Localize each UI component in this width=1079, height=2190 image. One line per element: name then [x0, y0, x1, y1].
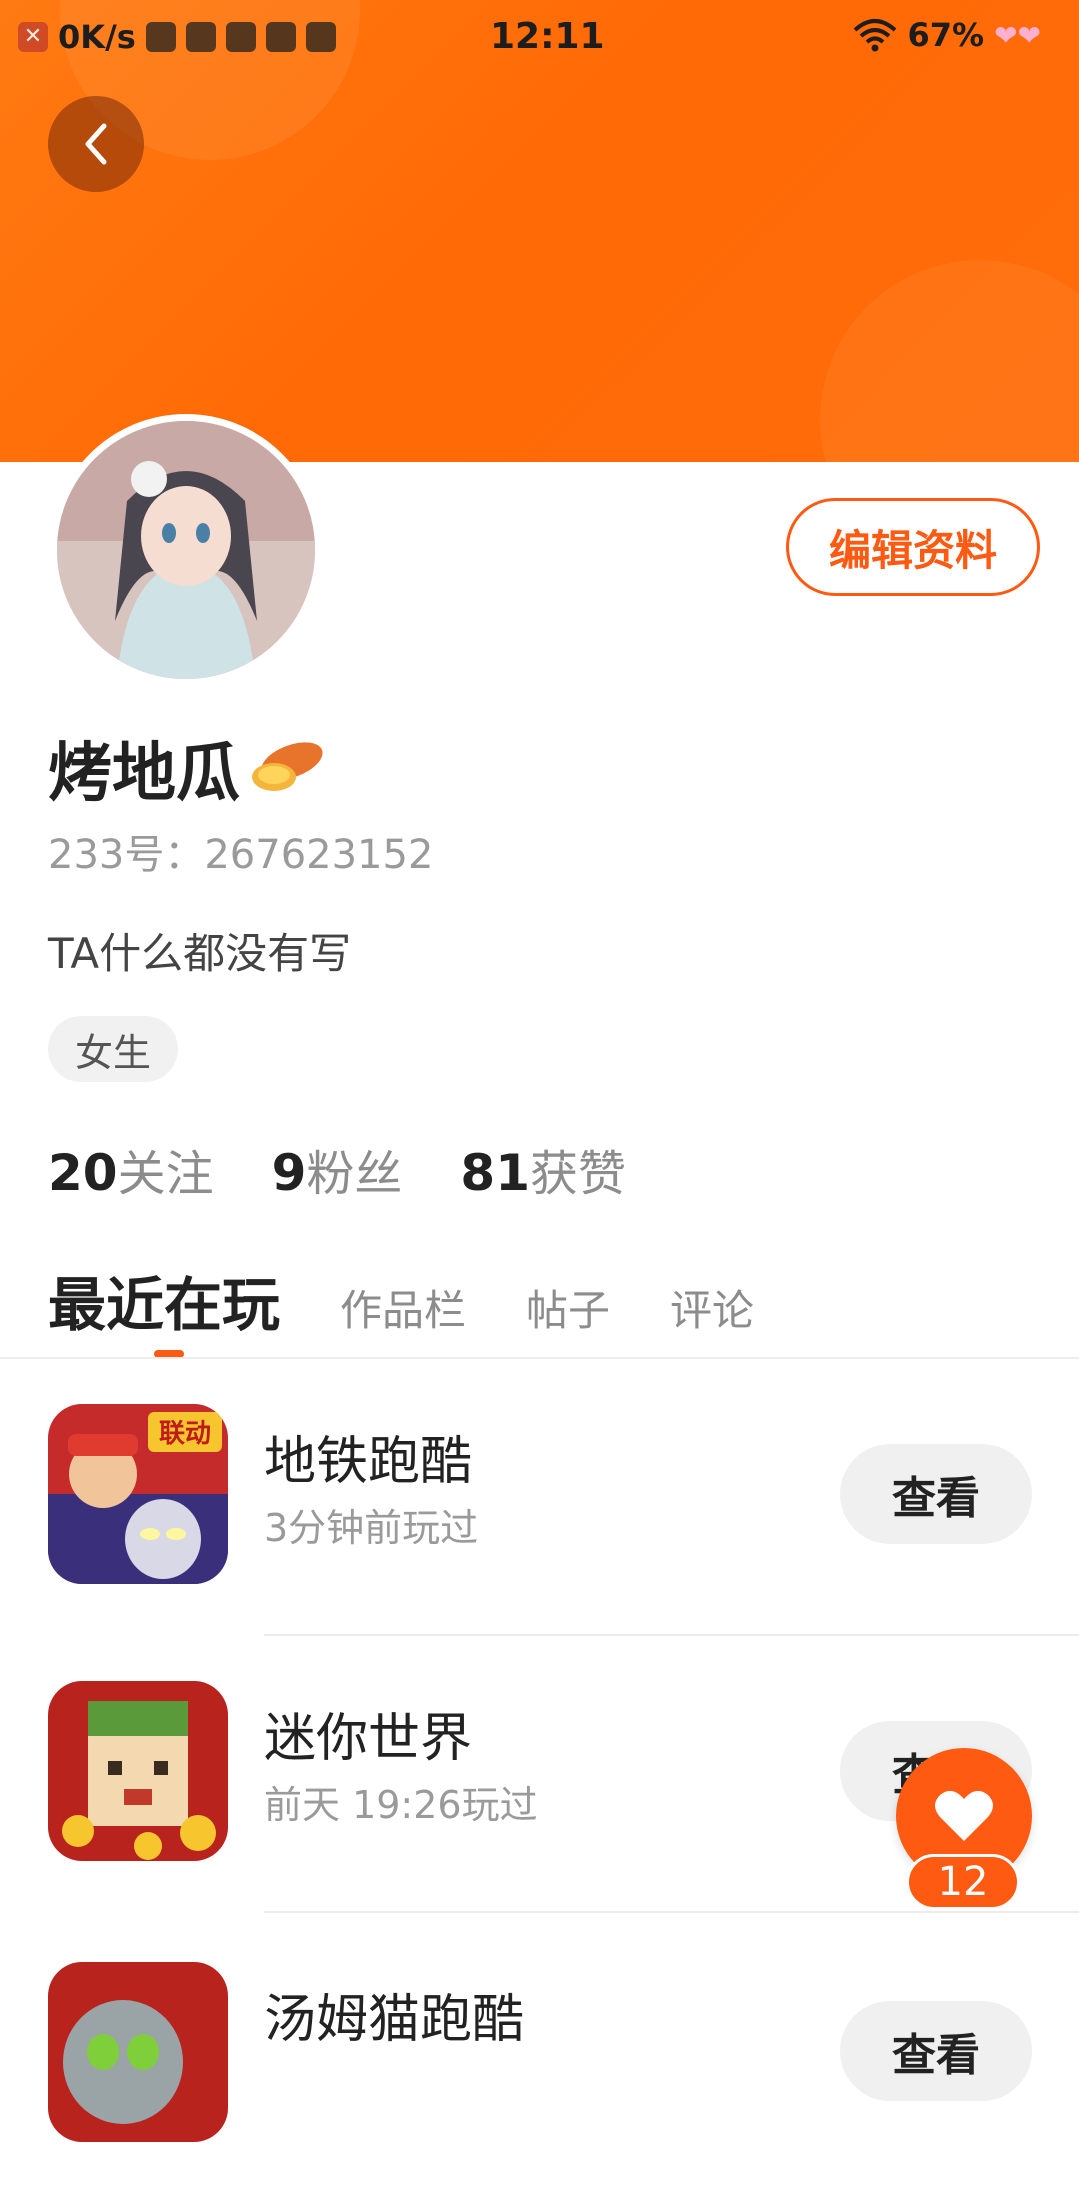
back-button[interactable] — [48, 96, 144, 192]
username: 烤地瓜 — [48, 722, 326, 814]
list-item[interactable]: 联动 地铁跑酷 3分钟前玩过 查看 — [0, 1359, 1079, 1636]
wifi-icon — [854, 19, 897, 52]
gender-tag: 女生 — [48, 1016, 178, 1082]
video-icon — [185, 22, 216, 52]
stat-followers[interactable]: 9 粉丝 — [272, 1134, 403, 1204]
user-id: 233号：267623152 — [48, 832, 434, 878]
game-badge: 联动 — [159, 1419, 211, 1449]
tab-works[interactable]: 作品栏 — [340, 1277, 466, 1338]
crown-icon — [305, 22, 336, 52]
game-last-played: 前天 19:26玩过 — [264, 1783, 538, 1827]
avatar-image — [57, 421, 315, 679]
clock: 12:11 — [490, 16, 605, 57]
globe-icon — [265, 22, 296, 52]
stats-row: 20 关注 9 粉丝 81 获赞 — [48, 1134, 626, 1204]
stat-likes[interactable]: 81 获赞 — [460, 1134, 626, 1204]
stat-label: 粉丝 — [306, 1146, 403, 1202]
stat-label: 关注 — [117, 1146, 214, 1202]
hearts-icon: ❤❤ — [994, 18, 1041, 52]
status-left: ✕ 0K/s — [18, 18, 336, 56]
net-speed: 0K/s — [58, 18, 136, 56]
battery-level: 67% — [907, 16, 985, 54]
bio: TA什么都没有写 — [48, 929, 352, 978]
game-icon-art — [48, 1962, 228, 2142]
edit-profile-button[interactable]: 编辑资料 — [786, 498, 1040, 596]
banner-decoration — [820, 260, 1079, 462]
stat-number: 9 — [271, 1144, 307, 1202]
avatar[interactable] — [50, 414, 322, 686]
status-right: 67% ❤❤ — [853, 16, 1041, 54]
heart-icon — [935, 1790, 993, 1841]
stat-label: 获赞 — [530, 1146, 627, 1202]
list-item[interactable]: 汤姆猫跑酷 查看 — [0, 1913, 1079, 2190]
game-icon-tom-cat — [48, 1962, 228, 2142]
game-name: 汤姆猫跑酷 — [264, 1990, 525, 2050]
profile-tabs: 最近在玩 作品栏 帖子 评论 — [48, 1258, 814, 1342]
game-icon-art: 联动 — [48, 1404, 228, 1584]
stat-number: 81 — [460, 1144, 531, 1202]
stat-number: 20 — [48, 1144, 118, 1202]
game-last-played: 3分钟前玩过 — [264, 1506, 479, 1550]
stat-following[interactable]: 20 关注 — [48, 1134, 214, 1204]
chevron-left-icon — [85, 123, 107, 165]
cat-icon — [225, 22, 256, 52]
game-name: 地铁跑酷 — [264, 1432, 473, 1492]
app-icon — [145, 22, 176, 52]
username-text: 烤地瓜 — [48, 737, 240, 811]
view-button[interactable]: 查看 — [840, 2001, 1032, 2101]
status-bar: ✕ 0K/s 12:11 67% ❤❤ — [0, 0, 1079, 74]
game-icon-art — [48, 1681, 228, 1861]
game-icon-mini-world — [48, 1681, 228, 1861]
notification-icon: ✕ — [18, 22, 48, 52]
tab-comments[interactable]: 评论 — [670, 1277, 754, 1338]
like-count-badge: 12 — [906, 1854, 1020, 1910]
view-button[interactable]: 查看 — [840, 1444, 1032, 1544]
game-icon-subway-surfers: 联动 — [48, 1404, 228, 1584]
sweet-potato-icon — [252, 742, 323, 791]
game-name: 迷你世界 — [264, 1709, 473, 1769]
tab-recent-play[interactable]: 最近在玩 — [48, 1258, 280, 1342]
tab-posts[interactable]: 帖子 — [526, 1277, 610, 1338]
